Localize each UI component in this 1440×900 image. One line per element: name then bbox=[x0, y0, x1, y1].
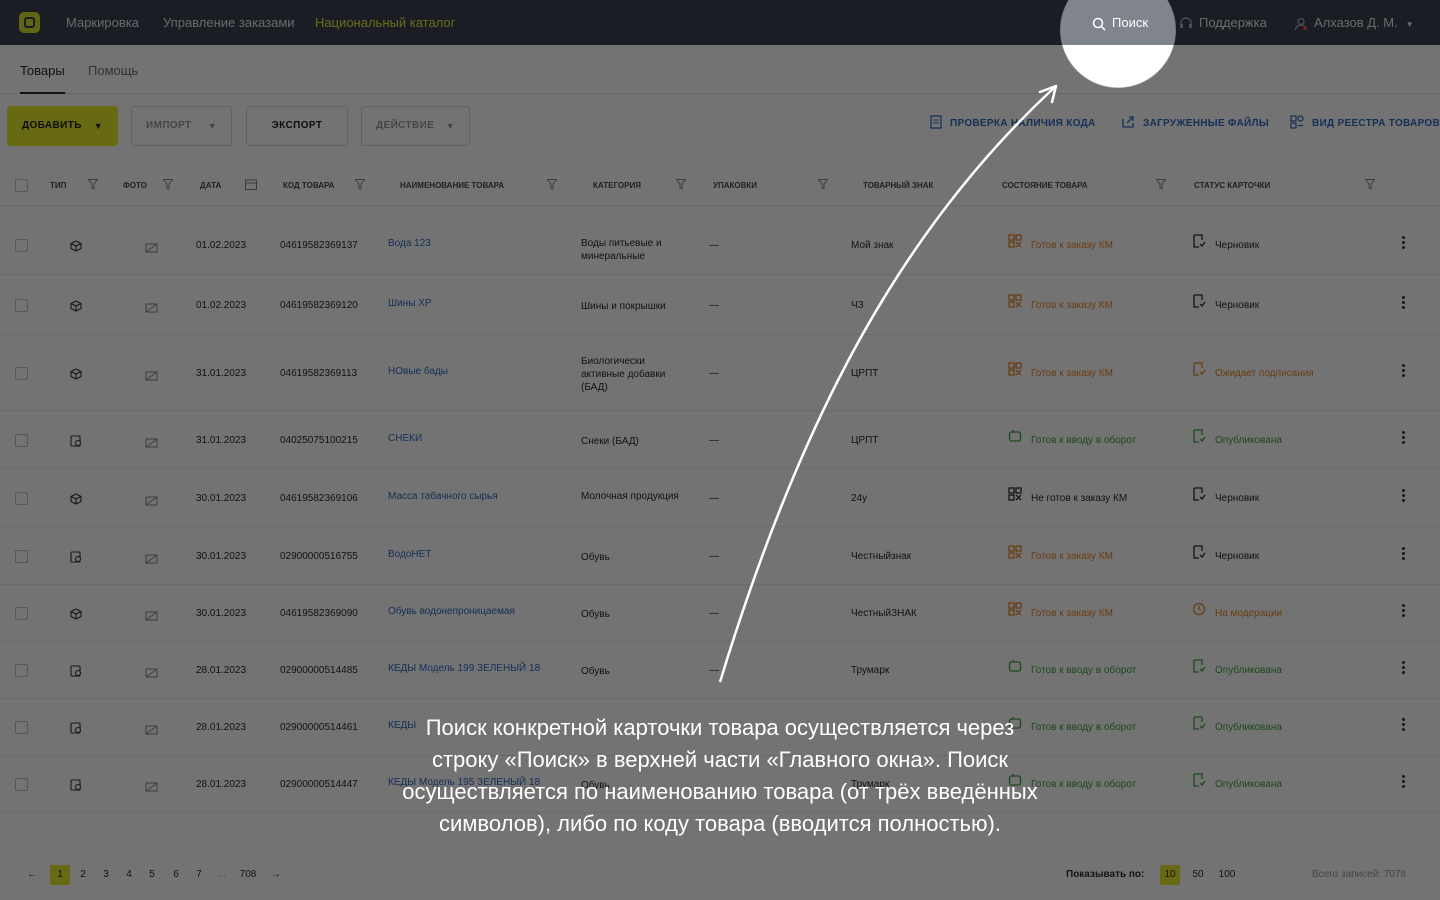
tutorial-caption: Поиск конкретной карточки товара осущест… bbox=[402, 715, 1038, 836]
